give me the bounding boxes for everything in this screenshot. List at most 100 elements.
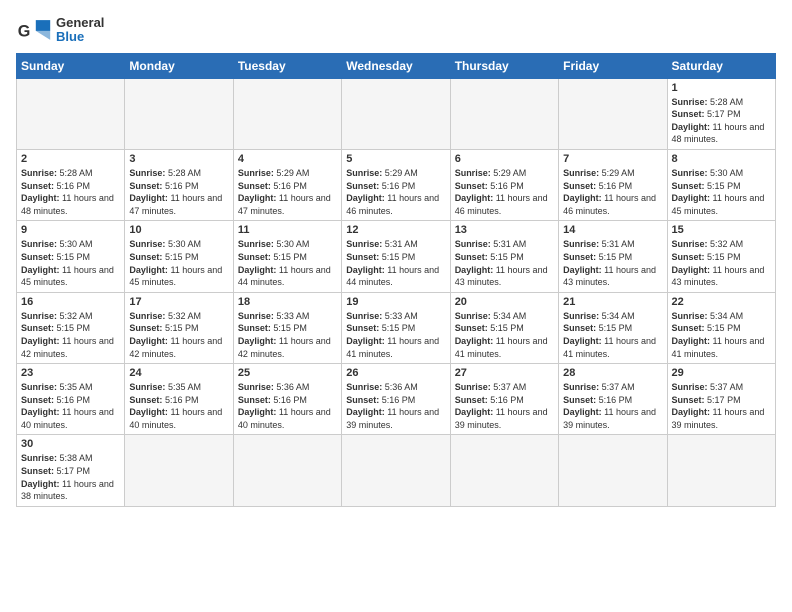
day-info: Sunrise: 5:32 AMSunset: 5:15 PMDaylight:… [129, 310, 228, 360]
weekday-header-cell: Sunday [17, 53, 125, 78]
day-number: 23 [21, 367, 120, 379]
day-info: Sunrise: 5:29 AMSunset: 5:16 PMDaylight:… [563, 167, 662, 217]
calendar-cell [450, 435, 558, 506]
calendar-cell: 20Sunrise: 5:34 AMSunset: 5:15 PMDayligh… [450, 292, 558, 363]
calendar-cell: 10 Sunrise: 5:30 AMSunset: 5:15 PMDayligh… [125, 221, 233, 292]
weekday-header-cell: Thursday [450, 53, 558, 78]
calendar-week-row: 23 Sunrise: 5:35 AMSunset: 5:16 PMDayligh… [17, 364, 776, 435]
day-info: Sunrise: 5:33 AMSunset: 5:15 PMDaylight:… [346, 310, 445, 360]
calendar-cell [125, 78, 233, 149]
day-info: Sunrise: 5:30 AMSunset: 5:15 PMDaylight:… [21, 238, 120, 288]
calendar-cell: 27 Sunrise: 5:37 AMSunset: 5:16 PMDayligh… [450, 364, 558, 435]
day-number: 24 [129, 367, 228, 379]
day-info: Sunrise: 5:29 AMSunset: 5:16 PMDaylight:… [455, 167, 554, 217]
logo: G General Blue [16, 16, 104, 45]
day-info: Sunrise: 5:31 AMSunset: 5:15 PMDaylight:… [455, 238, 554, 288]
calendar-cell: 16 Sunrise: 5:32 AMSunset: 5:15 PMDayligh… [17, 292, 125, 363]
svg-text:G: G [18, 23, 31, 41]
day-info: Sunrise: 5:30 AMSunset: 5:15 PMDaylight:… [129, 238, 228, 288]
day-info: Sunrise: 5:36 AMSunset: 5:16 PMDaylight:… [346, 381, 445, 431]
day-number: 26 [346, 367, 445, 379]
weekday-header-cell: Monday [125, 53, 233, 78]
calendar-cell [450, 78, 558, 149]
calendar-cell: 2 Sunrise: 5:28 AMSunset: 5:16 PMDaylight… [17, 149, 125, 220]
day-info: Sunrise: 5:29 AMSunset: 5:16 PMDaylight:… [238, 167, 337, 217]
day-number: 7 [563, 153, 662, 165]
logo-text: General Blue [56, 16, 104, 45]
day-info: Sunrise: 5:30 AMSunset: 5:15 PMDaylight:… [238, 238, 337, 288]
calendar-week-row: 9 Sunrise: 5:30 AMSunset: 5:15 PMDaylight… [17, 221, 776, 292]
day-number: 27 [455, 367, 554, 379]
day-info: Sunrise: 5:31 AMSunset: 5:15 PMDaylight:… [563, 238, 662, 288]
calendar-cell: 11 Sunrise: 5:30 AMSunset: 5:15 PMDayligh… [233, 221, 341, 292]
weekday-header-cell: Tuesday [233, 53, 341, 78]
day-info: Sunrise: 5:32 AMSunset: 5:15 PMDaylight:… [21, 310, 120, 360]
day-number: 5 [346, 153, 445, 165]
day-number: 19 [346, 296, 445, 308]
calendar-week-row: 30Sunrise: 5:38 AMSunset: 5:17 PMDayligh… [17, 435, 776, 506]
day-number: 25 [238, 367, 337, 379]
calendar-cell: 25 Sunrise: 5:36 AMSunset: 5:16 PMDayligh… [233, 364, 341, 435]
calendar-cell: 4 Sunrise: 5:29 AMSunset: 5:16 PMDaylight… [233, 149, 341, 220]
day-info: Sunrise: 5:29 AMSunset: 5:16 PMDaylight:… [346, 167, 445, 217]
calendar-cell: 7 Sunrise: 5:29 AMSunset: 5:16 PMDaylight… [559, 149, 667, 220]
day-info: Sunrise: 5:28 AMSunset: 5:17 PMDaylight:… [672, 96, 771, 146]
day-info: Sunrise: 5:36 AMSunset: 5:16 PMDaylight:… [238, 381, 337, 431]
day-number: 4 [238, 153, 337, 165]
day-info: Sunrise: 5:30 AMSunset: 5:15 PMDaylight:… [672, 167, 771, 217]
calendar-cell: 19 Sunrise: 5:33 AMSunset: 5:15 PMDayligh… [342, 292, 450, 363]
day-info: Sunrise: 5:38 AMSunset: 5:17 PMDaylight:… [21, 452, 120, 502]
day-number: 13 [455, 224, 554, 236]
calendar-cell: 23 Sunrise: 5:35 AMSunset: 5:16 PMDayligh… [17, 364, 125, 435]
calendar-cell: 9 Sunrise: 5:30 AMSunset: 5:15 PMDaylight… [17, 221, 125, 292]
page-header: G General Blue [16, 16, 776, 45]
day-number: 8 [672, 153, 771, 165]
day-number: 18 [238, 296, 337, 308]
weekday-header-cell: Wednesday [342, 53, 450, 78]
calendar-week-row: 2 Sunrise: 5:28 AMSunset: 5:16 PMDaylight… [17, 149, 776, 220]
calendar-cell: 18 Sunrise: 5:33 AMSunset: 5:15 PMDayligh… [233, 292, 341, 363]
day-number: 15 [672, 224, 771, 236]
calendar-body: 1Sunrise: 5:28 AMSunset: 5:17 PMDaylight… [17, 78, 776, 506]
weekday-header-cell: Saturday [667, 53, 775, 78]
weekday-header-cell: Friday [559, 53, 667, 78]
day-number: 29 [672, 367, 771, 379]
calendar-cell: 14 Sunrise: 5:31 AMSunset: 5:15 PMDayligh… [559, 221, 667, 292]
calendar-week-row: 16 Sunrise: 5:32 AMSunset: 5:15 PMDayligh… [17, 292, 776, 363]
calendar-cell [342, 435, 450, 506]
day-number: 14 [563, 224, 662, 236]
day-number: 2 [21, 153, 120, 165]
weekday-header-row: SundayMondayTuesdayWednesdayThursdayFrid… [17, 53, 776, 78]
day-number: 17 [129, 296, 228, 308]
calendar-cell: 28 Sunrise: 5:37 AMSunset: 5:16 PMDayligh… [559, 364, 667, 435]
day-number: 10 [129, 224, 228, 236]
calendar-cell: 15 Sunrise: 5:32 AMSunset: 5:15 PMDayligh… [667, 221, 775, 292]
day-number: 22 [672, 296, 771, 308]
day-info: Sunrise: 5:35 AMSunset: 5:16 PMDaylight:… [21, 381, 120, 431]
day-number: 16 [21, 296, 120, 308]
calendar-cell [125, 435, 233, 506]
day-number: 28 [563, 367, 662, 379]
day-info: Sunrise: 5:31 AMSunset: 5:15 PMDaylight:… [346, 238, 445, 288]
day-info: Sunrise: 5:35 AMSunset: 5:16 PMDaylight:… [129, 381, 228, 431]
day-number: 21 [563, 296, 662, 308]
day-number: 11 [238, 224, 337, 236]
day-number: 20 [455, 296, 554, 308]
day-number: 3 [129, 153, 228, 165]
day-info: Sunrise: 5:34 AMSunset: 5:15 PMDaylight:… [672, 310, 771, 360]
day-number: 6 [455, 153, 554, 165]
day-info: Sunrise: 5:32 AMSunset: 5:15 PMDaylight:… [672, 238, 771, 288]
calendar-cell: 24 Sunrise: 5:35 AMSunset: 5:16 PMDayligh… [125, 364, 233, 435]
calendar-cell: 3 Sunrise: 5:28 AMSunset: 5:16 PMDaylight… [125, 149, 233, 220]
day-info: Sunrise: 5:33 AMSunset: 5:15 PMDaylight:… [238, 310, 337, 360]
day-info: Sunrise: 5:37 AMSunset: 5:16 PMDaylight:… [455, 381, 554, 431]
calendar-cell: 5 Sunrise: 5:29 AMSunset: 5:16 PMDaylight… [342, 149, 450, 220]
day-info: Sunrise: 5:37 AMSunset: 5:16 PMDaylight:… [563, 381, 662, 431]
day-info: Sunrise: 5:28 AMSunset: 5:16 PMDaylight:… [129, 167, 228, 217]
calendar-table: SundayMondayTuesdayWednesdayThursdayFrid… [16, 53, 776, 507]
calendar-cell [17, 78, 125, 149]
day-info: Sunrise: 5:28 AMSunset: 5:16 PMDaylight:… [21, 167, 120, 217]
day-number: 9 [21, 224, 120, 236]
day-info: Sunrise: 5:34 AMSunset: 5:15 PMDaylight:… [563, 310, 662, 360]
calendar-cell: 22 Sunrise: 5:34 AMSunset: 5:15 PMDayligh… [667, 292, 775, 363]
